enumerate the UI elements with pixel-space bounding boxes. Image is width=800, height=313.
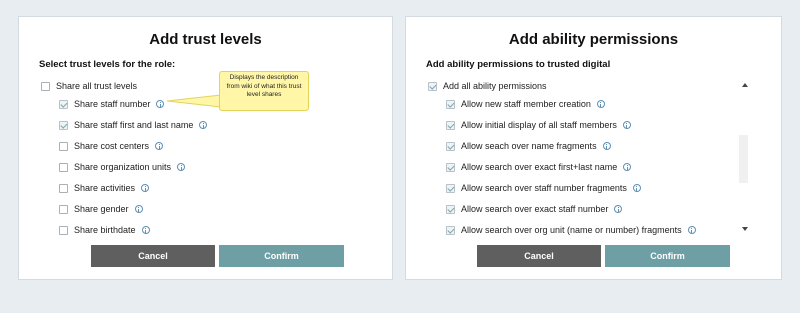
checkbox-label: Share birthdate — [74, 225, 136, 235]
add-ability-permissions-dialog: Add ability permissions Add ability perm… — [405, 16, 782, 280]
permission-item-exact-staff-number[interactable]: Allow search over exact staff number — [446, 202, 623, 216]
info-icon[interactable] — [687, 226, 696, 234]
checkbox-icon[interactable] — [446, 225, 455, 235]
trust-level-item-birthdate[interactable]: Share birthdate — [59, 223, 150, 237]
checkbox-icon[interactable] — [59, 204, 68, 214]
checkbox-label: Share cost centers — [74, 141, 150, 151]
info-icon[interactable] — [596, 100, 605, 108]
checkbox-label: Allow search over staff number fragments — [461, 183, 627, 193]
dialog-title: Add ability permissions — [508, 31, 679, 48]
checkbox-icon[interactable] — [59, 162, 68, 172]
permission-item-name-fragments[interactable]: Allow seach over name fragments — [446, 139, 611, 153]
permission-item-staff-number-fragments[interactable]: Allow search over staff number fragments — [446, 181, 641, 195]
checkbox-icon[interactable] — [446, 120, 455, 130]
cancel-button[interactable]: Cancel — [477, 245, 601, 267]
permission-item-new-staff[interactable]: Allow new staff member creation — [446, 97, 605, 111]
checkbox-label: Share staff number — [74, 99, 151, 109]
info-icon[interactable] — [623, 163, 632, 171]
checkbox-label: Share gender — [74, 204, 129, 214]
checkbox-icon[interactable] — [446, 204, 455, 214]
checkbox-label: Share all trust levels — [56, 81, 138, 91]
info-icon[interactable] — [614, 205, 623, 213]
info-icon[interactable] — [155, 142, 164, 150]
checkbox-label: Allow search over exact staff number — [461, 204, 609, 214]
info-icon[interactable] — [177, 163, 186, 171]
scroll-down-arrow-icon[interactable] — [742, 227, 748, 231]
dialog-subtitle: Add ability permissions to trusted digit… — [426, 59, 611, 70]
tooltip-pointer — [167, 94, 221, 108]
checkbox-icon[interactable] — [41, 81, 50, 91]
checkbox-icon[interactable] — [59, 183, 68, 193]
permission-item-exact-name[interactable]: Allow search over exact first+last name — [446, 160, 632, 174]
cancel-button[interactable]: Cancel — [91, 245, 215, 267]
permission-item-initial-display[interactable]: Allow initial display of all staff membe… — [446, 118, 631, 132]
checkbox-icon[interactable] — [446, 141, 455, 151]
add-trust-levels-dialog: Add trust levels Select trust levels for… — [18, 16, 393, 280]
checkbox-label: Allow search over org unit (name or numb… — [461, 225, 682, 235]
trust-level-item-first-last-name[interactable]: Share staff first and last name — [59, 118, 208, 132]
checkbox-label: Allow seach over name fragments — [461, 141, 597, 151]
trust-level-item-activities[interactable]: Share activities — [59, 181, 150, 195]
checkbox-icon[interactable] — [59, 141, 68, 151]
confirm-button[interactable]: Confirm — [219, 245, 344, 267]
trust-level-item-cost-centers[interactable]: Share cost centers — [59, 139, 164, 153]
checkbox-label: Allow search over exact first+last name — [461, 162, 618, 172]
info-icon[interactable] — [134, 205, 143, 213]
confirm-button[interactable]: Confirm — [605, 245, 730, 267]
info-icon[interactable] — [622, 121, 631, 129]
checkbox-label: Add all ability permissions — [443, 81, 547, 91]
info-icon[interactable] — [632, 184, 641, 192]
scroll-up-arrow-icon[interactable] — [742, 83, 748, 87]
checkbox-icon[interactable] — [59, 120, 68, 130]
checkbox-icon[interactable] — [428, 81, 437, 91]
checkbox-icon[interactable] — [446, 99, 455, 109]
scrollbar-thumb[interactable] — [739, 135, 748, 183]
checkbox-icon[interactable] — [446, 162, 455, 172]
checkbox-label: Allow new staff member creation — [461, 99, 591, 109]
share-all-trust-levels-checkbox[interactable]: Share all trust levels — [41, 79, 137, 93]
checkbox-label: Allow initial display of all staff membe… — [461, 120, 617, 130]
add-all-ability-permissions-checkbox[interactable]: Add all ability permissions — [428, 79, 547, 93]
info-icon[interactable] — [156, 100, 165, 108]
checkbox-icon[interactable] — [446, 183, 455, 193]
permission-item-org-unit-fragments[interactable]: Allow search over org unit (name or numb… — [446, 223, 696, 237]
checkbox-label: Share organization units — [74, 162, 172, 172]
info-icon[interactable] — [141, 226, 150, 234]
info-icon[interactable] — [141, 184, 150, 192]
checkbox-icon[interactable] — [59, 225, 68, 235]
trust-level-item-organization-units[interactable]: Share organization units — [59, 160, 186, 174]
trust-level-item-gender[interactable]: Share gender — [59, 202, 143, 216]
info-icon[interactable] — [602, 142, 611, 150]
info-icon[interactable] — [199, 121, 208, 129]
dialog-title: Add trust levels — [149, 31, 262, 48]
dialog-subtitle: Select trust levels for the role: — [39, 59, 176, 70]
checkbox-label: Share staff first and last name — [74, 120, 194, 130]
info-tooltip: Displays the description from wiki of wh… — [219, 71, 309, 111]
checkbox-icon[interactable] — [59, 99, 68, 109]
checkbox-label: Share activities — [74, 183, 136, 193]
trust-level-item-staff-number[interactable]: Share staff number — [59, 97, 165, 111]
